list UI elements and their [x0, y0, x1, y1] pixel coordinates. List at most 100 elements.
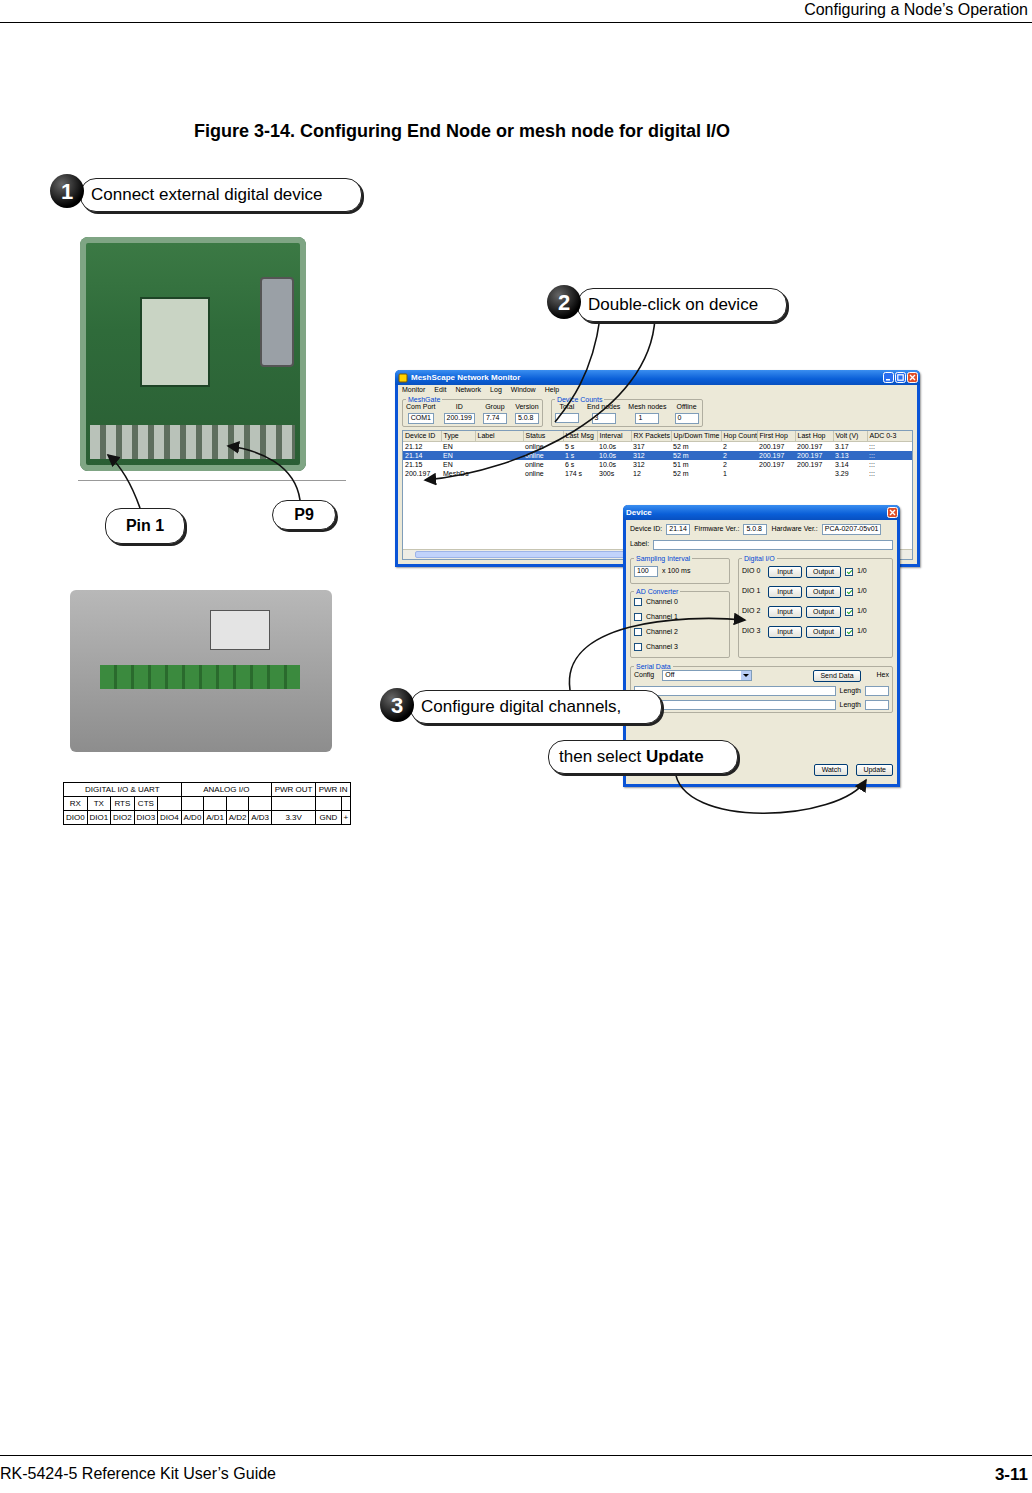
signal-cell: RTS: [111, 797, 135, 811]
output-button[interactable]: Output: [806, 586, 841, 598]
group-cell: DIGITAL I/O & UART: [64, 783, 182, 797]
input-button[interactable]: Input: [768, 586, 802, 598]
field-label: ID: [456, 403, 463, 412]
checkbox[interactable]: [845, 588, 853, 596]
checkbox[interactable]: [634, 643, 642, 651]
input-button[interactable]: Input: [768, 606, 802, 618]
length-label: Length: [840, 701, 861, 710]
cell: :::: [867, 469, 912, 478]
column-header[interactable]: Label: [475, 431, 523, 442]
cell: 1: [721, 469, 757, 478]
column-header[interactable]: First Hop: [757, 431, 795, 442]
signal-cell: TX: [87, 797, 111, 811]
column-header[interactable]: Volt (V): [833, 431, 867, 442]
field-value: 5.0.8: [515, 413, 539, 424]
cell: 3.14: [833, 460, 867, 469]
pinout-table: DIGITAL I/O & UARTANALOG I/OPWR OUTPWR I…: [63, 782, 351, 825]
sampling-group: Sampling Interval100x 100 ms: [630, 555, 730, 584]
checkbox[interactable]: [634, 613, 642, 621]
checkbox[interactable]: [845, 568, 853, 576]
pin-cell: DIO3: [134, 811, 158, 825]
device-row[interactable]: 21.15ENonline6 s10.0s31251 m2200.197200.…: [403, 460, 912, 469]
title-bar: MeshScape Network Monitor: [395, 370, 920, 385]
pin-cell: DIO4: [158, 811, 182, 825]
field-row: TotalEnd nodes3Mesh nodes1Offline0: [555, 403, 699, 424]
column-header[interactable]: Hop Count: [721, 431, 757, 442]
input-button[interactable]: Input: [768, 566, 802, 578]
update-button[interactable]: Update: [856, 764, 893, 776]
checkbox[interactable]: [845, 628, 853, 636]
length-field[interactable]: [865, 700, 889, 710]
length-field[interactable]: [865, 686, 889, 696]
group-legend: Digital I/O: [742, 555, 777, 562]
output-button[interactable]: Output: [806, 626, 841, 638]
cell: 5 s: [563, 441, 597, 451]
signal-cell: [226, 797, 249, 811]
close-icon[interactable]: [887, 507, 898, 518]
dio-state: 1/0: [857, 587, 867, 596]
checkbox[interactable]: [845, 608, 853, 616]
column-header[interactable]: Type: [441, 431, 475, 442]
column-header[interactable]: Last Msg: [563, 431, 597, 442]
column-header[interactable]: Up/Down Time: [671, 431, 721, 442]
dropdown-arrow-icon[interactable]: [741, 671, 751, 680]
sampling-input[interactable]: 100: [634, 566, 658, 577]
watch-button[interactable]: Watch: [814, 764, 848, 776]
column-header[interactable]: Last Hop: [795, 431, 833, 442]
signal-cell: [158, 797, 182, 811]
serial-data-field[interactable]: [634, 686, 836, 696]
checkbox[interactable]: [634, 628, 642, 636]
column-header[interactable]: RX Packets: [631, 431, 671, 442]
input-button[interactable]: Input: [768, 626, 802, 638]
device-row[interactable]: 21.12ENonline5 s10.0s31752 m2200.197200.…: [403, 441, 912, 451]
group-cell: PWR OUT: [271, 783, 315, 797]
enclosure-photo: [70, 590, 332, 752]
field: Mesh nodes1: [628, 403, 666, 424]
column-header[interactable]: ADC 0-3: [867, 431, 912, 442]
step-number: 3: [391, 689, 403, 722]
device-info: Device ID:21.14Firmware Ver.:5.0.8Hardwa…: [630, 524, 893, 535]
checkbox[interactable]: [634, 598, 642, 606]
cell: 3.13: [833, 451, 867, 460]
cell: 174 s: [563, 469, 597, 478]
menu-item[interactable]: Log: [490, 386, 502, 395]
device-counts-group: Device CountsTotalEnd nodes3Mesh nodes1O…: [551, 396, 703, 427]
cell: 2: [721, 460, 757, 469]
group-legend: AD Converter: [634, 588, 680, 595]
maximize-icon[interactable]: [895, 372, 906, 383]
cell: 1 s: [563, 451, 597, 460]
divider: [78, 480, 346, 481]
p9-label: P9: [272, 500, 336, 530]
menu-item[interactable]: Help: [545, 386, 559, 395]
menu-item[interactable]: Monitor: [402, 386, 425, 395]
cell: 200.197: [795, 441, 833, 451]
output-button[interactable]: Output: [806, 566, 841, 578]
callout-number: 3: [380, 688, 414, 722]
menu-item[interactable]: Window: [511, 386, 536, 395]
device-row[interactable]: 21.14ENonline1 s10.0s31252 m2200.197200.…: [403, 451, 912, 460]
minimize-icon[interactable]: [883, 372, 894, 383]
label-field[interactable]: [653, 540, 893, 550]
config-select[interactable]: Off: [662, 670, 752, 681]
device-row[interactable]: 200.197MeshDsonline174 s300s1252 m13.29:…: [403, 469, 912, 478]
close-icon[interactable]: [907, 372, 918, 383]
cell: 2: [721, 451, 757, 460]
channel-label: Channel 0: [646, 598, 678, 607]
callout-emphasis: Update: [646, 744, 704, 770]
menu-item[interactable]: Network: [455, 386, 481, 395]
send-data-button[interactable]: Send Data: [813, 670, 860, 682]
menu-item[interactable]: Edit: [434, 386, 446, 395]
info-value: PCA-0207-05v01: [822, 524, 882, 535]
dio-row: DIO 3InputOutput1/0: [742, 622, 889, 642]
field-label: Mesh nodes: [628, 403, 666, 412]
output-button[interactable]: Output: [806, 606, 841, 618]
dio-row: DIO 0InputOutput1/0: [742, 562, 889, 582]
page-header: Configuring a Node’s Operation: [0, 0, 1032, 23]
column-header[interactable]: Interval: [597, 431, 631, 442]
column-header[interactable]: Device ID: [403, 431, 441, 442]
pin-cell: +: [341, 811, 350, 825]
port: [210, 610, 270, 650]
serial-data-field[interactable]: [634, 700, 836, 710]
cell: 317: [631, 441, 671, 451]
column-header[interactable]: Status: [523, 431, 563, 442]
